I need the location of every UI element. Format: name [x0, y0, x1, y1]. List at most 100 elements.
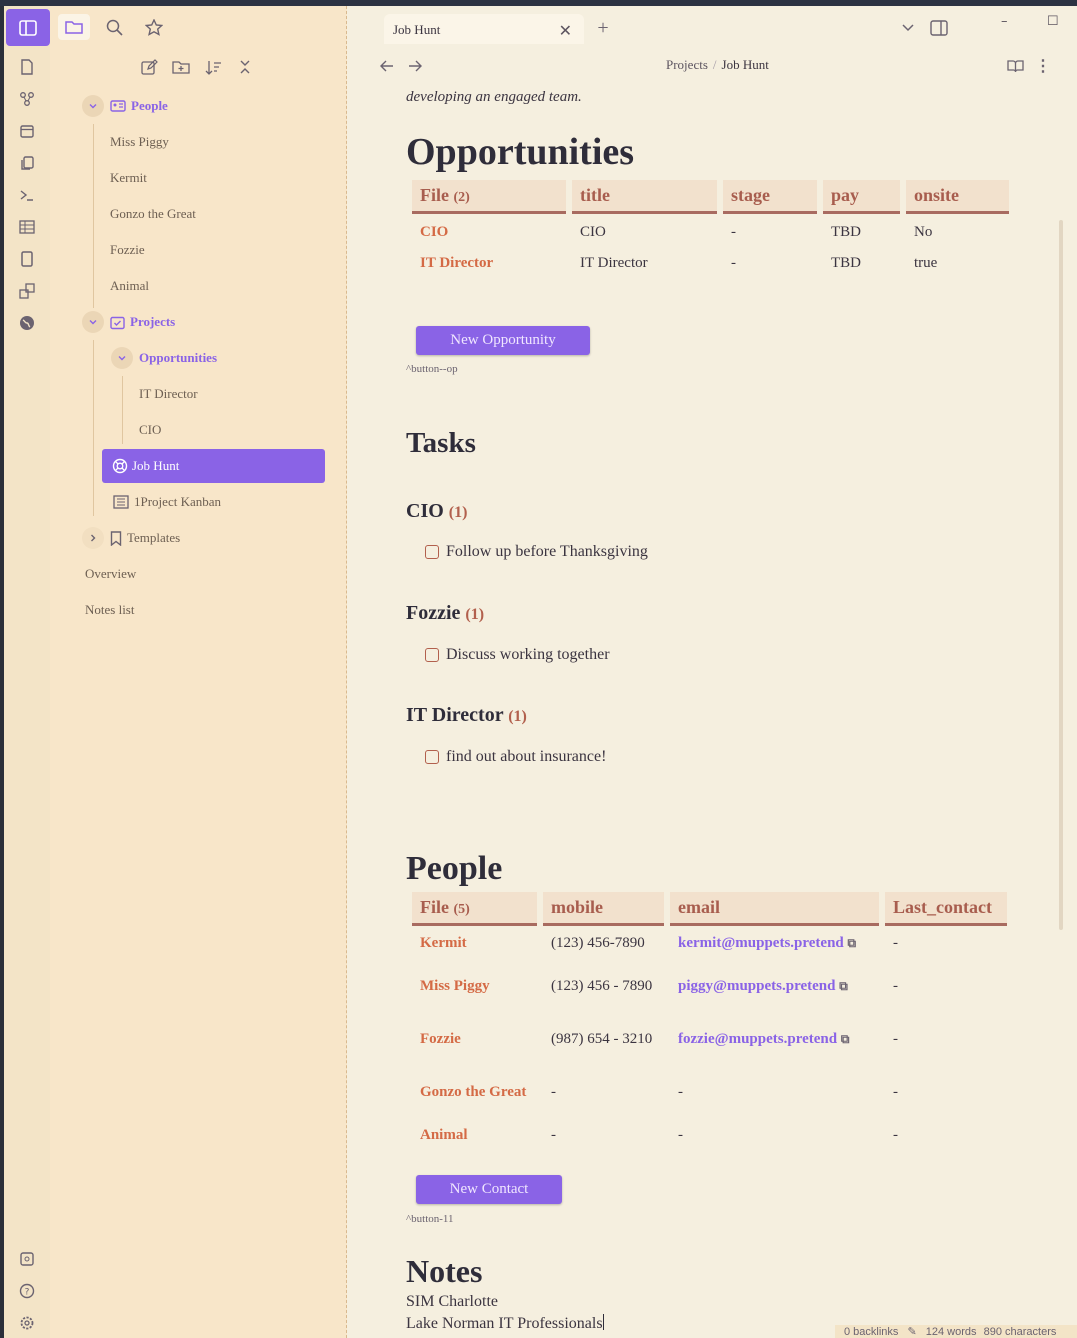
col-title[interactable]: title — [572, 180, 717, 214]
file-notes-list[interactable]: Notes list — [85, 596, 134, 624]
new-note-icon[interactable] — [140, 58, 158, 76]
explorer-actions — [140, 58, 254, 76]
collapse-all-icon[interactable] — [236, 58, 254, 76]
tablet-icon[interactable] — [18, 250, 36, 268]
char-count: 890 characters — [983, 1326, 1057, 1338]
shapes-icon[interactable] — [18, 282, 36, 300]
file-animal[interactable]: Animal — [110, 272, 149, 300]
task-checkbox[interactable] — [425, 545, 439, 559]
col-last-contact[interactable]: Last_contact — [885, 892, 1007, 926]
chevron-down-icon[interactable] — [82, 311, 104, 333]
new-folder-icon[interactable] — [172, 58, 190, 76]
files-tab[interactable] — [58, 14, 90, 40]
minimize-icon[interactable]: – — [980, 6, 1029, 36]
left-ribbon: ? — [0, 6, 50, 1338]
more-options-icon[interactable]: ⋮ — [1034, 57, 1052, 75]
search-tab[interactable] — [98, 14, 130, 40]
copy-icon[interactable] — [18, 154, 36, 172]
notes-line-editing[interactable]: Lake Norman IT Professionals — [406, 1314, 604, 1333]
file-link[interactable]: Miss Piggy — [412, 960, 537, 1012]
folder-icon — [65, 21, 83, 34]
backlinks-count[interactable]: 0 backlinks — [844, 1326, 898, 1338]
settings-gear-icon[interactable] — [18, 1314, 36, 1332]
file-it-director[interactable]: IT Director — [139, 380, 198, 408]
cell-mobile: (123) 456-7890 — [551, 934, 645, 951]
col-mobile[interactable]: mobile — [543, 892, 664, 926]
file-link[interactable]: Kermit — [412, 926, 537, 960]
folder-opportunities[interactable]: Opportunities — [111, 344, 217, 372]
reading-view-icon[interactable] — [1006, 57, 1024, 75]
help-icon[interactable]: ? — [18, 1282, 36, 1300]
col-stage[interactable]: stage — [723, 180, 817, 214]
file-cio[interactable]: CIO — [139, 416, 161, 444]
chevron-right-icon[interactable] — [82, 527, 104, 549]
graph-view-icon[interactable] — [18, 90, 36, 108]
heading-people: People — [406, 850, 503, 887]
cell-onsite: true — [914, 254, 938, 271]
intro-text: developing an engaged team. — [406, 89, 582, 105]
file-link[interactable]: CIO — [412, 214, 566, 250]
vault-switcher-icon[interactable] — [18, 1250, 36, 1268]
back-arrow-icon[interactable] — [378, 57, 396, 75]
block-ref: ^button--op — [406, 363, 458, 375]
file-kanban[interactable]: 1Project Kanban — [113, 488, 221, 516]
email-link[interactable]: kermit@muppets.pretend ⧉ — [670, 926, 879, 960]
search-icon — [106, 19, 123, 36]
heading-tasks: Tasks — [406, 427, 476, 459]
chevron-down-icon[interactable] — [111, 347, 133, 369]
chevron-down-icon[interactable] — [82, 95, 104, 117]
task-checkbox[interactable] — [425, 648, 439, 662]
close-tab-icon[interactable]: ✕ — [559, 21, 572, 41]
table-icon[interactable] — [18, 218, 36, 236]
file-fozzie[interactable]: Fozzie — [110, 236, 145, 264]
maximize-icon[interactable]: ☐ — [1029, 6, 1077, 36]
task-text: find out about insurance! — [446, 748, 607, 765]
sidebar-toggle-button[interactable] — [6, 9, 50, 46]
sort-icon[interactable] — [204, 58, 222, 76]
file-link[interactable]: Fozzie — [412, 1012, 537, 1066]
calendar-icon[interactable] — [18, 122, 36, 140]
new-contact-button[interactable]: New Contact — [416, 1175, 562, 1204]
task-group-heading: Fozzie (1) — [406, 602, 484, 625]
file-link[interactable]: IT Director — [412, 250, 566, 276]
terminal-icon[interactable] — [18, 186, 36, 204]
file-kermit[interactable]: Kermit — [110, 164, 147, 192]
forward-arrow-icon[interactable] — [406, 57, 424, 75]
cell-onsite: No — [914, 223, 933, 240]
file-job-hunt-active[interactable]: Job Hunt — [102, 449, 325, 483]
bookmarks-tab[interactable] — [138, 14, 170, 40]
right-sidebar-toggle-icon[interactable] — [930, 19, 948, 37]
email-link[interactable]: piggy@muppets.pretend ⧉ — [670, 960, 879, 1012]
col-file[interactable]: File (5) — [412, 892, 537, 926]
email-link[interactable]: fozzie@muppets.pretend ⧉ — [670, 1012, 879, 1066]
file-overview[interactable]: Overview — [85, 560, 136, 588]
breadcrumb-current[interactable]: Job Hunt — [722, 57, 769, 72]
file-link[interactable]: Animal — [412, 1118, 537, 1152]
table-row: Fozzie (987) 654 - 3210 fozzie@muppets.p… — [412, 1012, 1007, 1066]
col-label: File — [420, 185, 449, 205]
folder-people[interactable]: People — [82, 92, 168, 120]
task-checkbox[interactable] — [425, 750, 439, 764]
col-pay[interactable]: pay — [823, 180, 900, 214]
globe-icon[interactable] — [18, 314, 36, 332]
file-label: Kermit — [110, 170, 147, 185]
col-email[interactable]: email — [670, 892, 879, 926]
col-onsite[interactable]: onsite — [906, 180, 1009, 214]
cell-last-contact: - — [893, 1126, 898, 1143]
file-gonzo[interactable]: Gonzo the Great — [110, 200, 196, 228]
folder-projects[interactable]: Projects — [82, 308, 175, 336]
breadcrumb-parent[interactable]: Projects — [666, 57, 708, 72]
new-tab-icon[interactable]: + — [594, 17, 612, 39]
folder-label: Templates — [127, 530, 181, 545]
tab-list-chevron-icon[interactable] — [899, 19, 917, 37]
file-miss-piggy[interactable]: Miss Piggy — [110, 128, 169, 156]
scrollbar[interactable] — [1059, 220, 1063, 930]
new-opportunity-button[interactable]: New Opportunity — [416, 326, 590, 355]
email-text: piggy@muppets.pretend — [678, 977, 836, 994]
col-file[interactable]: File (2) — [412, 180, 566, 214]
open-quick-switcher-icon[interactable] — [18, 58, 36, 76]
tab-job-hunt[interactable]: Job Hunt ✕ — [384, 14, 584, 46]
folder-templates[interactable]: Templates — [82, 524, 180, 552]
file-link[interactable]: Gonzo the Great — [412, 1066, 537, 1118]
tree-guide — [122, 376, 123, 444]
